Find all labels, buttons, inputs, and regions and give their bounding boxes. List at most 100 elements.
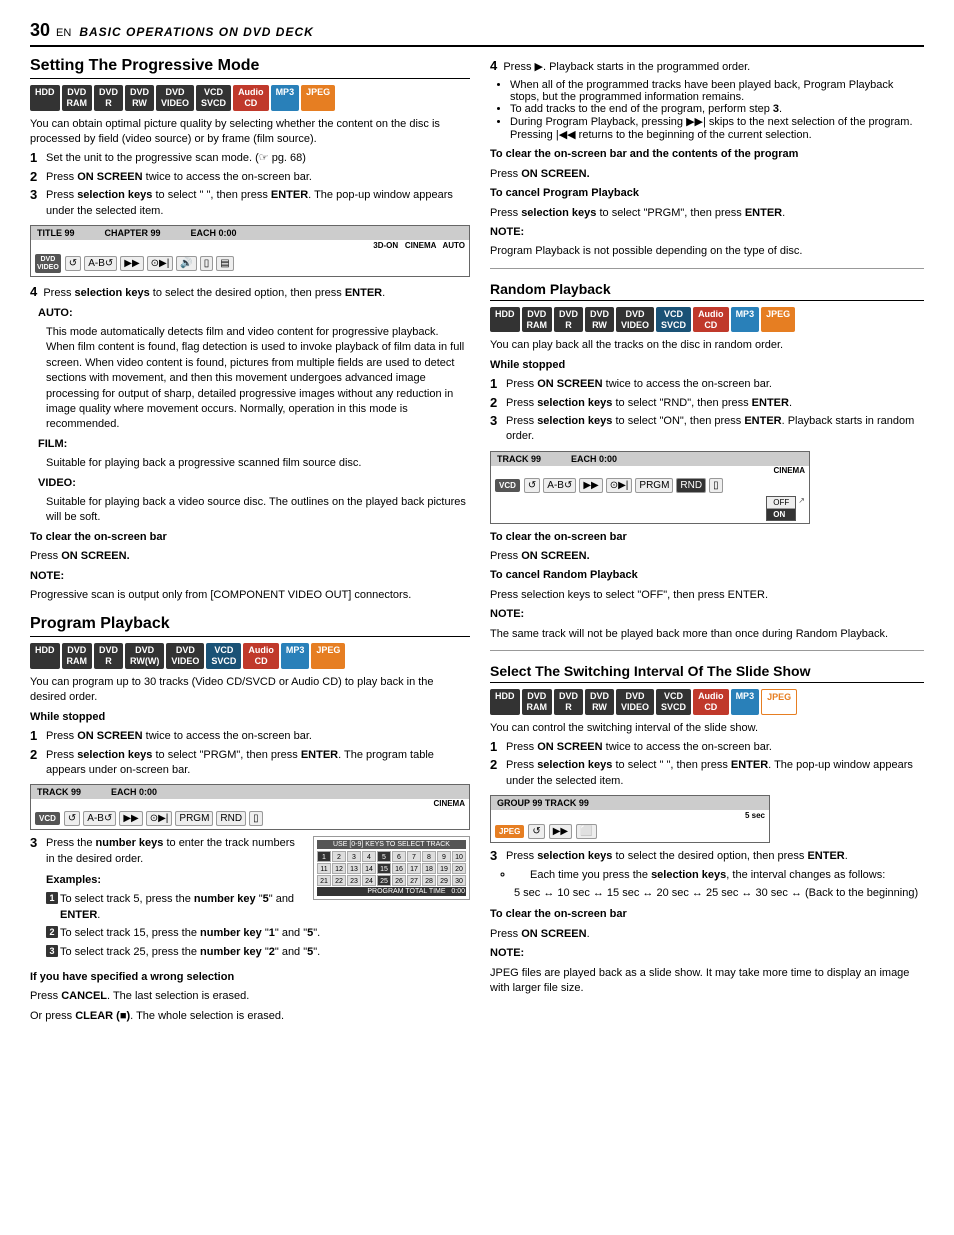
rnd-prgm-btn[interactable]: PRGM [635,478,673,493]
ss-interval-icon[interactable]: ⬜ [576,824,596,839]
prog-rnd-btn[interactable]: RND [216,811,246,826]
rnd-badge-dvd-ram: DVDRAM [522,307,553,333]
progressive-bar-icons: ↺ A-B↺ ▶▶ ⊙▶| 🔊 ▯ ▤ [65,256,465,271]
clear-bar-body: Press ON SCREEN. [30,549,470,564]
ss-bullet-1: Each time you press the selection keys, … [514,868,924,883]
random-step-2: 2Press selection keys to select "RND", t… [490,396,924,411]
random-bar-body: VCD ↺ A-B↺ ▶▶ ⊙▶| PRGM RND ▯ [491,475,809,496]
page-header: 30 EN BASIC OPERATIONS ON DVD DECK [30,20,924,47]
example-3: 3 To select track 25, press the number k… [46,945,470,960]
prog-bullet-2: To add tracks to the end of the program,… [510,103,924,115]
sec-label-value: 5 sec [745,811,765,820]
rnd-note-body: The same track will not be played back m… [490,627,924,642]
section-progressive-title: Setting The Progressive Mode [30,57,470,79]
en-label: EN [56,27,71,39]
prog-clear-screen-body: Press ON SCREEN. [490,167,924,182]
cinema-label-prog: CINEMA [433,799,465,808]
numkey-row-3: 21222324252627282930 [317,875,466,886]
random-cancel: To cancel Random Playback Press selectio… [490,568,924,603]
badge-mp3: MP3 [271,85,300,111]
clear-bar-head: To clear the on-screen bar [30,531,167,543]
random-badges: HDD DVDRAM DVDR DVDRW DVDVIDEO VCDSVCD A… [490,307,924,333]
slideshow-bar: GROUP 99 TRACK 99 5 sec JPEG ↺ ▶▶ ⬜ [490,795,770,843]
wrong-selection: If you have specified a wrong selection … [30,970,470,1024]
rnd-badge-jpeg: JPEG [761,307,795,333]
prog-badge-hdd: HDD [30,643,60,669]
slideshow-step3-list: 3Press selection keys to select the desi… [490,849,924,901]
progressive-step-1: 1Set the unit to the progressive scan mo… [30,151,470,166]
rnd-rnd-btn[interactable]: RND [676,478,706,493]
rnd-ab-icon: A-B↺ [543,478,576,493]
progressive-note-body: Progressive scan is output only from [CO… [30,588,470,603]
ss-step-3: 3Press selection keys to select the desi… [490,849,924,901]
page-number: 30 [30,20,50,41]
film-label: FILM: [38,437,470,452]
prog-prgm-btn[interactable]: PRGM [175,811,213,826]
ss-bar-header: GROUP 99 TRACK 99 [491,796,769,810]
jpeg-badge: JPEG [495,825,524,838]
rnd-bar-each: EACH 0:00 [571,454,617,464]
auto-label: AUTO: [38,306,470,321]
interval-sequence: 5 sec ↔ 10 sec ↔ 15 sec ↔ 20 sec ↔ 25 se… [514,886,924,901]
progressive-bar-header: TITLE 99 CHAPTER 99 EACH 0:00 [31,226,469,240]
prog-skip-icon: ▶▶ [119,811,142,826]
ss-skip-icon: ▶▶ [549,824,572,839]
section-random-title: Random Playback [490,281,924,301]
ss-clear-bar: To clear the on-screen bar Press ON SCRE… [490,907,924,942]
prog-play-icon: ⊙▶| [146,811,173,826]
slideshow-steps: 1Press ON SCREEN twice to access the on-… [490,740,924,789]
menu-icon: ▤ [216,256,233,271]
progressive-note-head: NOTE: [30,570,64,582]
prog-bullet-1: When all of the programmed tracks have b… [510,79,924,103]
slideshow-intro: You can control the switching interval o… [490,721,924,736]
random-bar-icons: ↺ A-B↺ ▶▶ ⊙▶| PRGM RND ▯ [524,478,805,493]
program-intro: You can program up to 30 tracks (Video C… [30,675,470,706]
prog-bullet-3: During Program Playback, pressing ▶▶| sk… [510,115,924,141]
progressive-bar-options: 3D-ON CINEMA AUTO [31,240,469,251]
progressive-clear-bar: To clear the on-screen bar Press ON SCRE… [30,530,470,565]
prog-bar-each: EACH 0:00 [111,787,157,797]
on-option[interactable]: ON [767,509,795,520]
prog-badge-mp3: MP3 [281,643,310,669]
ss-badge-dvd-rw: DVDRW [585,689,614,715]
rnd-cancel-body: Press selection keys to select "OFF", th… [490,588,924,603]
prog-clear-screen-head: To clear the on-screen bar and the conte… [490,148,798,160]
offon-selector[interactable]: OFF ON [766,496,796,521]
bar-chapter: CHAPTER 99 [105,228,161,238]
video-body: Suitable for playing back a video source… [46,495,470,526]
program-step-2: 2Press selection keys to select "PRGM", … [30,748,470,779]
slideshow-badges: HDD DVDRAM DVDR DVDRW DVDVIDEO VCDSVCD A… [490,689,924,715]
wrong-head: If you have specified a wrong selection [30,971,234,983]
ss-badge-dvd-r: DVDR [554,689,583,715]
random-clear-bar: To clear the on-screen bar Press ON SCRE… [490,530,924,565]
display-icon: ▯ [200,256,214,271]
prog-cancel: To cancel Program Playback Press selecti… [490,186,924,221]
rnd-repeat-icon: ↺ [524,478,540,493]
left-column: Setting The Progressive Mode HDD DVDRAM … [30,57,470,1028]
ss-note-head: NOTE: [490,947,524,959]
badge-hdd: HDD [30,85,60,111]
dvd-video-badge: DVDVIDEO [35,254,61,273]
badge-audio-cd: AudioCD [233,85,269,111]
section-slideshow: Select The Switching Interval Of The Sli… [490,663,924,996]
bar-title: TITLE 99 [37,228,75,238]
section-slideshow-title: Select The Switching Interval Of The Sli… [490,663,924,683]
auto-body: This mode automatically detects film and… [46,325,470,433]
ss-step-1: 1Press ON SCREEN twice to access the on-… [490,740,924,755]
prog-badge-dvd-rw: DVDRW(W) [125,643,164,669]
section-progressive: Setting The Progressive Mode HDD DVDRAM … [30,57,470,603]
program-step-3: 3Press the number keys to enter the trac… [30,836,470,867]
prog-badge-vcd: VCDSVCD [206,643,241,669]
rnd-clear-body: Press ON SCREEN. [490,549,924,564]
ss-bullets: Each time you press the selection keys, … [514,868,924,883]
badge-dvd-rw: DVDRW [125,85,154,111]
badge-vcd-svcd: VCDSVCD [196,85,231,111]
random-step-1: 1Press ON SCREEN twice to access the on-… [490,377,924,392]
rnd-badge-hdd: HDD [490,307,520,333]
video-label: VIDEO: [38,476,470,491]
off-option[interactable]: OFF [767,497,795,509]
random-steps: 1Press ON SCREEN twice to access the on-… [490,377,924,445]
bar-each: EACH 0:00 [191,228,237,238]
film-body: Suitable for playing back a progressive … [46,456,470,471]
rnd-skip-icon: ▶▶ [579,478,602,493]
